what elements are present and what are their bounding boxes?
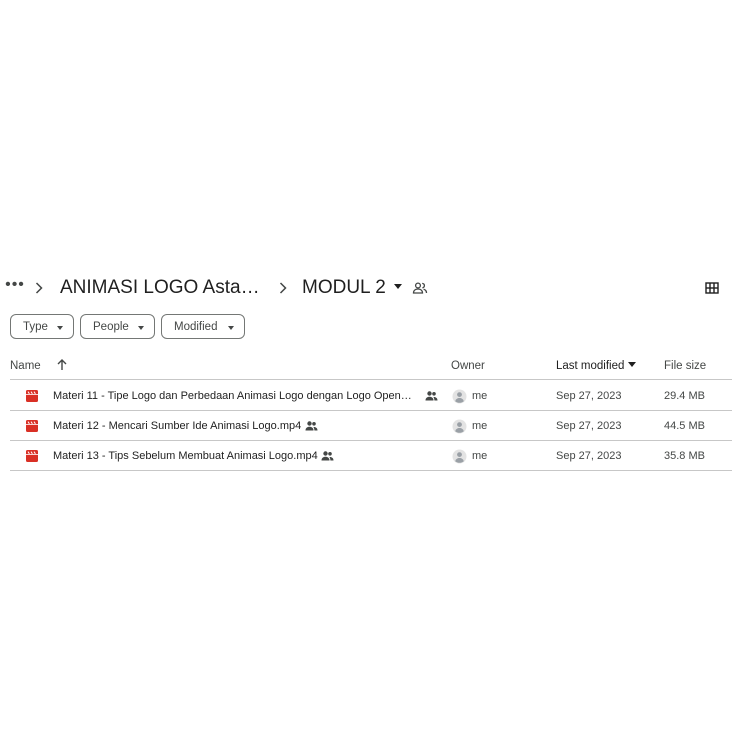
file-owner: me (472, 450, 488, 462)
chevron-down-icon (138, 326, 144, 330)
table-header: Name Owner Last modified File size (10, 352, 732, 380)
video-file-icon (26, 450, 38, 462)
grid-view-icon[interactable] (704, 280, 720, 296)
people-icon (321, 450, 334, 462)
table-row[interactable]: Materi 12 - Mencari Sumber Ide Animasi L… (10, 411, 732, 441)
filter-modified-button[interactable]: Modified (161, 314, 245, 339)
account-circle-icon (452, 449, 467, 464)
file-size: 44.5 MB (664, 420, 705, 432)
column-name-header[interactable]: Name (10, 360, 41, 372)
current-folder-name: MODUL 2 (302, 277, 386, 298)
people-outline-icon[interactable] (412, 280, 428, 296)
account-circle-icon (452, 389, 467, 404)
chevron-down-icon (57, 326, 63, 330)
table-row[interactable]: Materi 13 - Tips Sebelum Membuat Animasi… (10, 441, 732, 471)
breadcrumb: ••• ANIMASI LOGO Asta D... MODUL 2 (0, 272, 732, 304)
table-row[interactable]: Materi 11 - Tipe Logo dan Perbedaan Anim… (10, 381, 732, 411)
column-file-size-header: File size (664, 360, 707, 372)
breadcrumb-item-parent[interactable]: ANIMASI LOGO Asta D... (60, 274, 264, 302)
filter-type-button[interactable]: Type (10, 314, 74, 339)
file-size: 29.4 MB (664, 390, 705, 402)
column-last-modified-header[interactable]: Last modified (556, 360, 637, 372)
more-horiz-icon: ••• (5, 276, 25, 293)
filter-people-label: People (93, 320, 129, 333)
breadcrumb-item-current[interactable]: MODUL 2 (302, 274, 402, 302)
breadcrumb-more-button[interactable]: ••• (4, 276, 26, 300)
file-modified-date: Sep 27, 2023 (556, 450, 622, 462)
chevron-down-icon (393, 283, 402, 289)
file-size: 35.8 MB (664, 450, 705, 462)
filter-type-label: Type (23, 320, 48, 333)
account-circle-icon (452, 419, 467, 434)
chevron-right-icon (276, 278, 290, 298)
file-owner: me (472, 420, 488, 432)
people-icon (425, 390, 438, 402)
column-owner-header: Owner (451, 360, 485, 372)
sort-down-icon (628, 362, 637, 368)
video-file-icon (26, 390, 38, 402)
file-name: Materi 12 - Mencari Sumber Ide Animasi L… (53, 420, 302, 432)
file-list: Materi 11 - Tipe Logo dan Perbedaan Anim… (10, 381, 732, 471)
filter-people-button[interactable]: People (80, 314, 155, 339)
chevron-down-icon (228, 326, 234, 330)
arrow-up-icon[interactable] (56, 358, 68, 372)
people-icon (305, 420, 318, 432)
chevron-right-icon (32, 278, 46, 298)
filter-modified-label: Modified (174, 320, 218, 333)
video-file-icon (26, 420, 38, 432)
file-name: Materi 11 - Tipe Logo dan Perbedaan Anim… (53, 390, 417, 402)
file-modified-date: Sep 27, 2023 (556, 390, 622, 402)
file-owner: me (472, 390, 488, 402)
file-name: Materi 13 - Tips Sebelum Membuat Animasi… (53, 450, 318, 462)
last-modified-label: Last modified (556, 360, 625, 372)
file-modified-date: Sep 27, 2023 (556, 420, 622, 432)
